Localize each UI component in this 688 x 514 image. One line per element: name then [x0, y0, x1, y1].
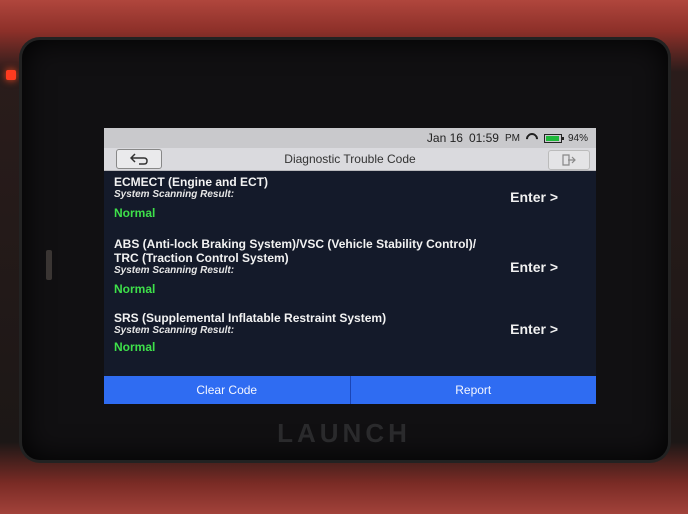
- report-button[interactable]: Report: [351, 376, 597, 404]
- status-bar: Jan 16 01:59 PM 94%: [104, 128, 596, 148]
- list-item: SRS (Supplemental Inflatable Restraint S…: [104, 307, 596, 361]
- title-bar: Diagnostic Trouble Code: [104, 148, 596, 171]
- system-name: ABS (Anti-lock Braking System)/VSC (Vehi…: [114, 237, 477, 251]
- status-date: Jan 16: [426, 131, 463, 145]
- battery-icon: [543, 133, 564, 143]
- status-ampm: PM: [504, 132, 520, 144]
- device-screen: Jan 16 01:59 PM 94% Diagnostic Trouble C…: [104, 128, 596, 404]
- brand-logo: LAUNCH: [277, 418, 411, 448]
- enter-button[interactable]: Enter >: [510, 259, 558, 275]
- list-item: ABS (Anti-lock Braking System)/VSC (Vehi…: [104, 233, 596, 307]
- scan-result: Normal: [114, 282, 156, 296]
- enter-button[interactable]: Enter >: [510, 321, 558, 337]
- back-button[interactable]: [116, 149, 162, 169]
- status-time: 01:59: [468, 131, 499, 145]
- action-bar: Clear Code Report: [104, 376, 596, 404]
- clear-code-button[interactable]: Clear Code: [104, 376, 351, 404]
- power-led: [6, 70, 16, 80]
- battery-percent: 94%: [567, 132, 588, 144]
- system-name: ECMECT (Engine and ECT): [114, 175, 268, 189]
- list-item: ECMECT (Engine and ECT) System Scanning …: [104, 171, 596, 233]
- page-title: Diagnostic Trouble Code: [284, 152, 416, 166]
- back-arrow-icon: [130, 153, 148, 165]
- exit-button[interactable]: [548, 150, 590, 170]
- exit-icon: [562, 154, 576, 166]
- enter-button[interactable]: Enter >: [510, 189, 558, 205]
- scan-result: Normal: [114, 340, 156, 354]
- system-list: ECMECT (Engine and ECT) System Scanning …: [104, 171, 596, 361]
- scan-result: Normal: [114, 206, 156, 220]
- wifi-icon: [526, 133, 538, 143]
- side-button: [46, 250, 52, 280]
